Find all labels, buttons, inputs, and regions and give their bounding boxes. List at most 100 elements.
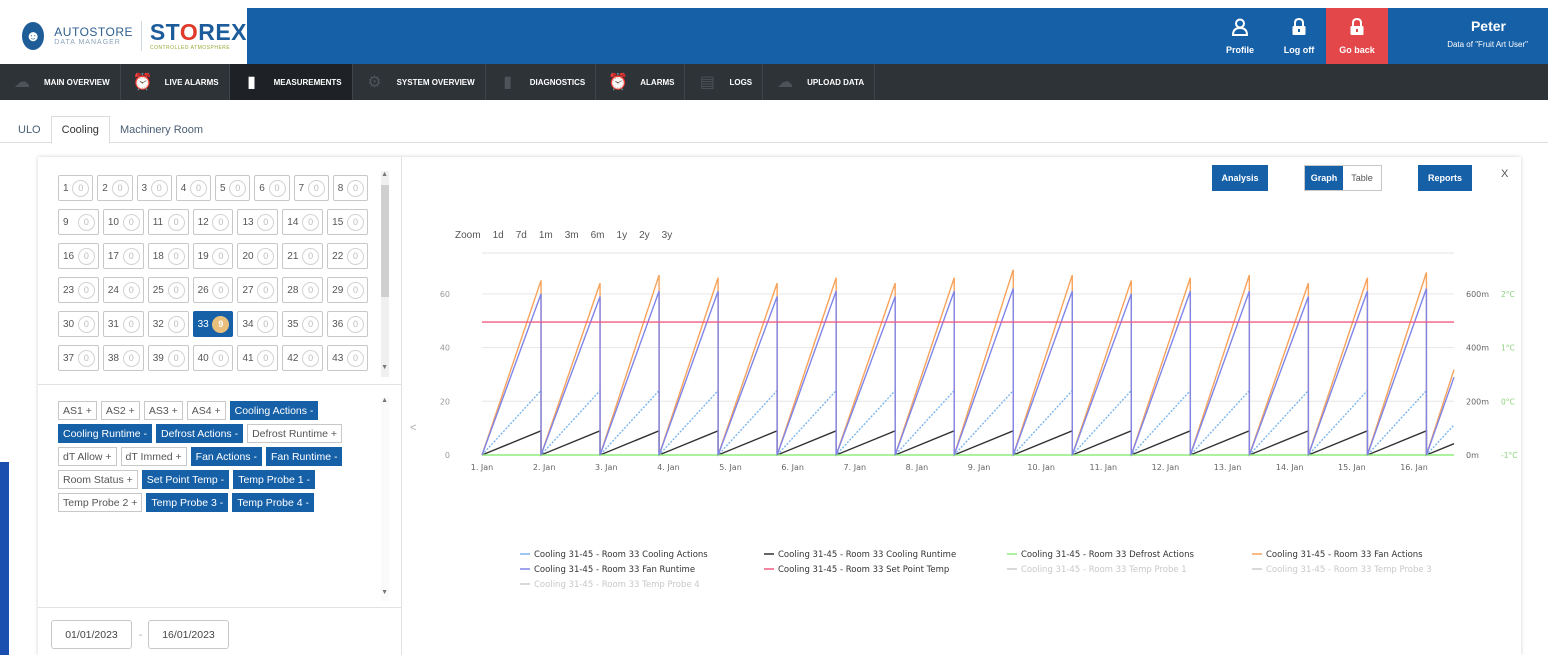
room-button[interactable]: 26 0 [192, 277, 234, 303]
room-button[interactable]: 31 0 [102, 311, 144, 337]
zoom-option-3y[interactable]: 3y [662, 230, 673, 241]
measurement-tag[interactable]: Temp Probe 4 - [232, 493, 315, 512]
nav-item-alarms[interactable]: ⏰ ALARMS [596, 64, 686, 100]
tags-scrollbar[interactable] [381, 397, 389, 601]
zoom-option-3m[interactable]: 3m [565, 230, 579, 241]
room-button[interactable]: 14 0 [282, 209, 324, 235]
measurement-tag[interactable]: AS1 + [58, 401, 97, 420]
room-button[interactable]: 27 0 [237, 277, 279, 303]
room-grid-scrollbar[interactable] [381, 171, 389, 377]
nav-item-upload-data[interactable]: ☁ UPLOAD DATA [763, 64, 876, 100]
room-button[interactable]: 30 [136, 175, 172, 201]
zoom-option-1d[interactable]: 1d [493, 230, 504, 241]
room-button[interactable]: 50 [215, 175, 251, 201]
measurement-tag[interactable]: Defrost Actions - [156, 424, 244, 443]
room-button[interactable]: 19 0 [192, 243, 234, 269]
measurement-tag[interactable]: Fan Runtime - [265, 447, 343, 466]
room-button[interactable]: 41 0 [237, 345, 279, 371]
zoom-option-7d[interactable]: 7d [516, 230, 527, 241]
room-button[interactable]: 70 [293, 175, 329, 201]
measurement-tag[interactable]: AS2 + [100, 401, 140, 420]
room-grid-scroll-thumb[interactable] [381, 185, 389, 297]
measurement-tag[interactable]: dT Immed + [120, 447, 187, 466]
room-button[interactable]: 23 0 [58, 277, 99, 303]
room-button[interactable]: 39 0 [147, 345, 189, 371]
nav-item-system-overview[interactable]: ⚙ SYSTEM OVERVIEW [353, 64, 486, 100]
room-button[interactable]: 10 0 [102, 209, 144, 235]
logoff-button[interactable]: Log off [1270, 8, 1328, 64]
scroll-down-icon[interactable]: ▼ [381, 589, 388, 596]
measurement-tag[interactable]: Temp Probe 2 + [58, 493, 143, 512]
measurement-tag[interactable]: Cooling Actions - [229, 401, 319, 420]
room-button[interactable]: 35 0 [282, 311, 324, 337]
room-button[interactable]: 11 0 [147, 209, 189, 235]
room-button[interactable]: 25 0 [147, 277, 189, 303]
measurement-tag[interactable]: Defrost Runtime + [247, 424, 342, 443]
room-button[interactable]: 18 0 [147, 243, 189, 269]
measurement-tag[interactable]: Room Status + [58, 470, 138, 489]
room-button[interactable]: 32 0 [147, 311, 189, 337]
legend-item[interactable]: Cooling 31-45 - Room 33 Fan Runtime [534, 565, 695, 575]
room-button[interactable]: 15 0 [327, 209, 368, 235]
profile-button[interactable]: Profile [1211, 8, 1269, 64]
room-button[interactable]: 29 0 [327, 277, 368, 303]
room-button[interactable]: 24 0 [102, 277, 144, 303]
room-button[interactable]: 33 9 [192, 311, 234, 337]
room-button[interactable]: 40 [175, 175, 211, 201]
room-button[interactable]: 36 0 [327, 311, 368, 337]
measurement-tag[interactable]: AS3 + [143, 401, 183, 420]
room-button[interactable]: 43 0 [327, 345, 368, 371]
measurement-tag[interactable]: AS4 + [186, 401, 226, 420]
room-button[interactable]: 21 0 [282, 243, 324, 269]
nav-item-live-alarms[interactable]: ⏰ LIVE ALARMS [121, 64, 230, 100]
tab-cooling[interactable]: Cooling [50, 116, 110, 144]
measurement-tag[interactable]: Set Point Temp - [141, 470, 230, 489]
scroll-up-icon[interactable]: ▲ [381, 171, 388, 178]
room-button[interactable]: 80 [332, 175, 368, 201]
room-button[interactable]: 22 0 [327, 243, 368, 269]
go-back-button[interactable]: Go back [1326, 8, 1388, 64]
legend-item[interactable]: Cooling 31-45 - Room 33 Temp Probe 1 [1021, 565, 1187, 575]
nav-item-diagnostics[interactable]: ▮ DIAGNOSTICS [486, 64, 597, 100]
measurement-tag[interactable]: Fan Actions - [190, 447, 262, 466]
measurement-tag[interactable]: Cooling Runtime - [58, 424, 153, 443]
room-button[interactable]: 12 0 [192, 209, 234, 235]
nav-item-measurements[interactable]: ▮ MEASUREMENTS [229, 64, 353, 100]
room-button[interactable]: 90 [58, 209, 99, 235]
legend-item[interactable]: Cooling 31-45 - Room 33 Set Point Temp [778, 565, 949, 575]
tab-ulo[interactable]: ULO [8, 116, 51, 143]
room-button[interactable]: 20 0 [237, 243, 279, 269]
room-button[interactable]: 34 0 [237, 311, 279, 337]
room-button[interactable]: 38 0 [102, 345, 144, 371]
measurement-tag[interactable]: Temp Probe 1 - [233, 470, 315, 489]
room-button[interactable]: 13 0 [237, 209, 279, 235]
nav-item-main-overview[interactable]: ☁ MAIN OVERVIEW [0, 64, 121, 100]
room-button[interactable]: 20 [97, 175, 133, 201]
room-button[interactable]: 40 0 [192, 345, 234, 371]
room-button[interactable]: 16 0 [58, 243, 99, 269]
legend-item[interactable]: Cooling 31-45 - Room 33 Cooling Runtime [778, 550, 956, 560]
zoom-option-6m[interactable]: 6m [591, 230, 605, 241]
room-button[interactable]: 10 [58, 175, 94, 201]
zoom-option-2y[interactable]: 2y [639, 230, 650, 241]
reports-button[interactable]: Reports [1418, 165, 1472, 191]
room-button[interactable]: 42 0 [282, 345, 324, 371]
table-toggle-button[interactable]: Table [1343, 166, 1381, 190]
date-from-field[interactable]: 01/01/2023 [51, 620, 132, 649]
room-button[interactable]: 17 0 [102, 243, 144, 269]
room-button[interactable]: 37 0 [58, 345, 99, 371]
tab-machinery-room[interactable]: Machinery Room [110, 116, 213, 143]
room-button[interactable]: 60 [254, 175, 290, 201]
analysis-button[interactable]: Analysis [1212, 165, 1268, 191]
close-icon[interactable]: X [1501, 168, 1508, 180]
scroll-up-icon[interactable]: ▲ [381, 397, 388, 404]
room-button[interactable]: 30 0 [58, 311, 99, 337]
measurement-tag[interactable]: Temp Probe 3 - [146, 493, 229, 512]
measurement-tag[interactable]: dT Allow + [58, 447, 117, 466]
legend-item[interactable]: Cooling 31-45 - Room 33 Cooling Actions [534, 550, 708, 560]
legend-item[interactable]: Cooling 31-45 - Room 33 Temp Probe 4 [534, 580, 700, 590]
legend-item[interactable]: Cooling 31-45 - Room 33 Fan Actions [1266, 550, 1423, 560]
scroll-down-icon[interactable]: ▼ [381, 364, 388, 371]
zoom-option-1y[interactable]: 1y [617, 230, 628, 241]
room-button[interactable]: 28 0 [282, 277, 324, 303]
